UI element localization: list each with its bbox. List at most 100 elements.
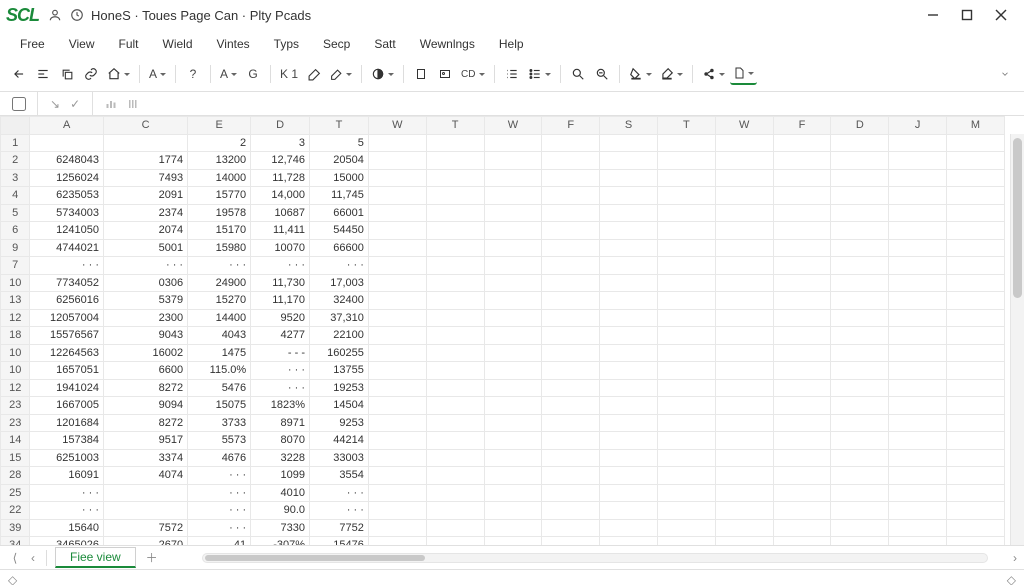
cell[interactable] [368, 484, 426, 502]
row-header[interactable]: 2 [1, 152, 30, 170]
brush-dropdown[interactable] [657, 63, 686, 85]
help-icon[interactable]: ? [182, 63, 204, 85]
cell[interactable] [368, 292, 426, 310]
cell[interactable]: 13200 [188, 152, 251, 170]
cell[interactable] [426, 187, 484, 205]
cell[interactable]: 160255 [310, 344, 369, 362]
cell[interactable]: 7330 [251, 519, 310, 537]
cell[interactable]: 1475 [188, 344, 251, 362]
cell[interactable] [773, 379, 831, 397]
cell[interactable] [542, 537, 600, 547]
cell[interactable] [715, 449, 773, 467]
horizontal-scrollbar[interactable] [202, 553, 988, 563]
status-right-icon[interactable]: ◇ [1007, 573, 1016, 585]
cell[interactable] [426, 449, 484, 467]
row-header[interactable]: 1 [1, 134, 30, 152]
cell[interactable]: 157384 [30, 432, 104, 450]
cell[interactable] [426, 257, 484, 275]
cell[interactable]: 6248043 [30, 152, 104, 170]
cell[interactable] [773, 204, 831, 222]
cell[interactable] [889, 379, 947, 397]
cell[interactable]: 14,000 [251, 187, 310, 205]
cell[interactable] [368, 274, 426, 292]
cell[interactable] [542, 257, 600, 275]
cell[interactable] [484, 344, 542, 362]
cell[interactable]: 15980 [188, 239, 251, 257]
cell[interactable] [657, 309, 715, 327]
cell[interactable] [947, 432, 1005, 450]
cell[interactable] [773, 309, 831, 327]
cell[interactable] [657, 432, 715, 450]
cd-dropdown[interactable]: CD [458, 63, 487, 85]
menu-typs[interactable]: Typs [264, 34, 309, 54]
cell[interactable]: 9253 [310, 414, 369, 432]
cell[interactable]: 7752 [310, 519, 369, 537]
cell[interactable] [484, 484, 542, 502]
cell[interactable]: 15000 [310, 169, 369, 187]
accept-formula-icon[interactable]: ✓ [70, 97, 80, 111]
cell[interactable] [773, 222, 831, 240]
cell[interactable]: 3554 [310, 467, 369, 485]
cell[interactable] [889, 362, 947, 380]
cell[interactable] [947, 537, 1005, 547]
cell[interactable] [484, 222, 542, 240]
row-header[interactable]: 4 [1, 187, 30, 205]
cell[interactable] [368, 222, 426, 240]
cell[interactable]: 3 [251, 134, 310, 152]
cell[interactable] [715, 344, 773, 362]
menu-wield[interactable]: Wield [153, 34, 203, 54]
cell[interactable] [947, 362, 1005, 380]
cell[interactable] [773, 257, 831, 275]
cell[interactable]: 16002 [104, 344, 188, 362]
horizontal-scroll-thumb[interactable] [205, 555, 425, 561]
cell[interactable]: 9517 [104, 432, 188, 450]
cell[interactable] [889, 152, 947, 170]
cell[interactable]: 7493 [104, 169, 188, 187]
page-icon[interactable] [410, 63, 432, 85]
cell[interactable] [542, 502, 600, 520]
cell[interactable] [600, 362, 658, 380]
cell[interactable] [831, 344, 889, 362]
cell[interactable] [831, 484, 889, 502]
cell[interactable] [542, 432, 600, 450]
cell[interactable] [600, 134, 658, 152]
align-icon[interactable] [32, 63, 54, 85]
column-header[interactable]: W [715, 117, 773, 135]
cell[interactable] [715, 292, 773, 310]
close-button[interactable] [984, 1, 1018, 29]
cell[interactable] [426, 362, 484, 380]
cell[interactable] [426, 274, 484, 292]
cell[interactable] [715, 484, 773, 502]
cell[interactable] [947, 344, 1005, 362]
row-header[interactable]: 9 [1, 239, 30, 257]
cell[interactable]: 12057004 [30, 309, 104, 327]
cell[interactable]: 11,728 [251, 169, 310, 187]
cell[interactable] [600, 222, 658, 240]
cell[interactable] [426, 344, 484, 362]
cell[interactable] [831, 152, 889, 170]
cell[interactable] [889, 502, 947, 520]
cell[interactable] [831, 292, 889, 310]
cell[interactable]: 8070 [251, 432, 310, 450]
cell[interactable]: · · · [30, 502, 104, 520]
cell[interactable] [368, 152, 426, 170]
cell[interactable]: - - - [251, 344, 310, 362]
cell[interactable] [947, 309, 1005, 327]
cell[interactable] [947, 152, 1005, 170]
cell[interactable] [426, 222, 484, 240]
cell[interactable] [715, 239, 773, 257]
cell[interactable] [657, 449, 715, 467]
cell[interactable]: 33003 [310, 449, 369, 467]
cell[interactable] [889, 397, 947, 415]
cell[interactable] [947, 239, 1005, 257]
select-all-corner[interactable] [1, 117, 30, 135]
cell[interactable] [889, 274, 947, 292]
cell[interactable] [600, 169, 658, 187]
cell[interactable] [542, 222, 600, 240]
row-header[interactable]: 28 [1, 467, 30, 485]
cell[interactable]: 5573 [188, 432, 251, 450]
column-header[interactable]: S [600, 117, 658, 135]
cell[interactable]: 66600 [310, 239, 369, 257]
cell[interactable] [889, 239, 947, 257]
cell[interactable] [947, 292, 1005, 310]
